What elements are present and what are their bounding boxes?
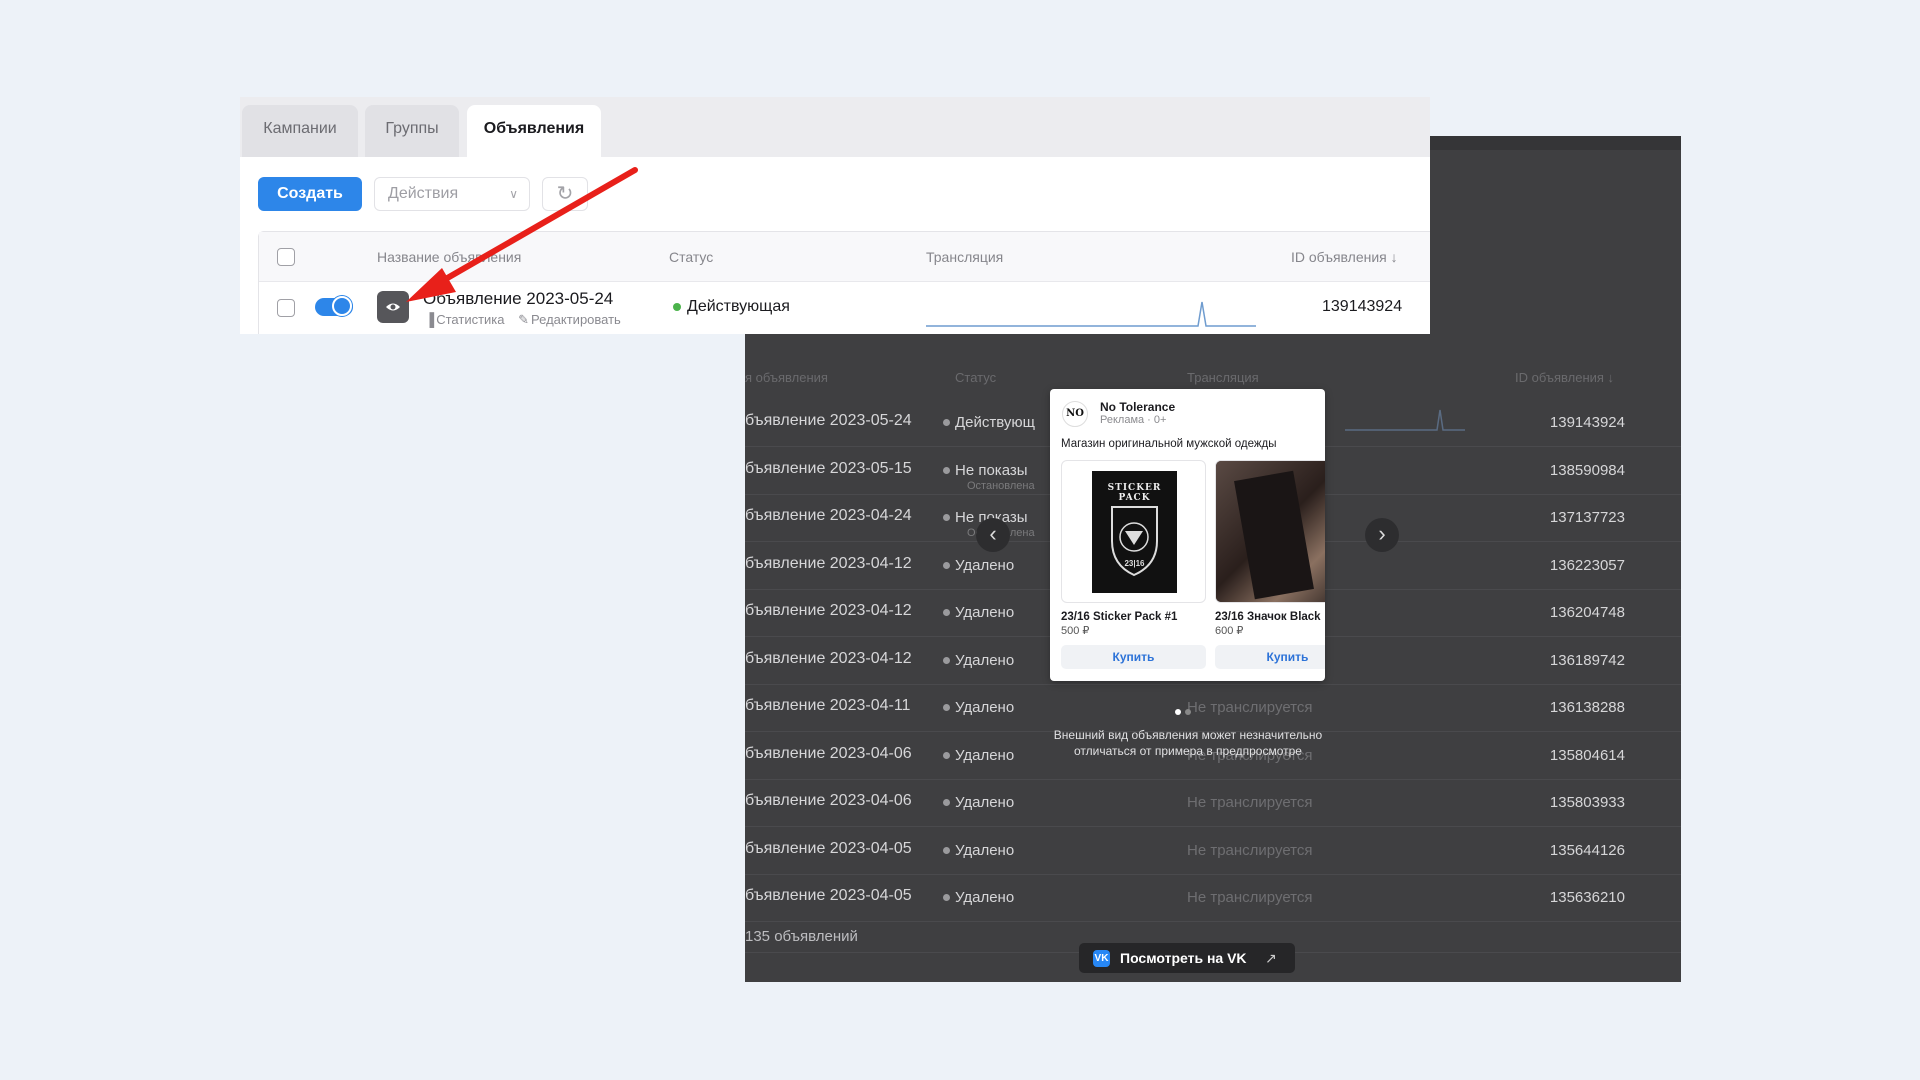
backdrop-row-name: бъявление 2023-04-06 [745,792,912,809]
backdrop-table-row: бъявление 2023-04-11 Удалено Не транслируе… [745,685,1681,732]
backdrop-row-substatus: Остановлена [967,479,1035,492]
edit-link[interactable]: ✎ Редактировать [518,312,621,327]
annotation-arrow [406,167,638,302]
backdrop-row-id: 135644126 [1549,841,1625,859]
product-price: 600 ₽ [1215,625,1244,637]
ad-description: Магазин оригинальной мужской одежды [1061,438,1277,450]
ad-id: 139143924 [1322,298,1403,315]
backdrop-row-name: бъявление 2023-04-11 [745,697,911,714]
backdrop-row-status: Удалено [942,604,1015,621]
backdrop-row-status: Удалено [942,889,1015,906]
sticker-pack-cover: STICKER PACK 23|16 [1092,471,1177,593]
carousel-dot[interactable] [1175,709,1181,715]
backdrop-ads-count: 135 объявлений [745,928,858,945]
backdrop-row-status: Удалено [942,841,1015,859]
backdrop-row-status: Удалено [942,746,1015,764]
ad-meta: Реклама · 0+ [1100,414,1167,426]
backdrop-row-id: 136204748 [1549,604,1625,621]
col-broadcast[interactable]: Трансляция [926,249,1003,265]
backdrop-row-id: 136138288 [1549,699,1625,716]
vk-logo-icon: VK [1093,950,1110,967]
backdrop-row-broadcast: Не транслируется [1187,794,1313,811]
pencil-icon: ✎ [518,312,530,327]
carousel-dot[interactable] [1185,709,1191,715]
col-status[interactable]: Статус [669,249,713,265]
preview-disclaimer: Внешний вид объявления может незначитель… [1053,728,1323,758]
backdrop-row-status: Удалено [942,794,1015,811]
product-name: 23/16 Значок Black [1215,611,1321,623]
backdrop-col-id: ID объявления ↓ [1515,370,1615,385]
buy-button[interactable]: Купить [1061,645,1206,669]
backdrop-table-row: бъявление 2023-04-05 Удалено Не транслируе… [745,828,1681,875]
product-image [1215,460,1325,603]
backdrop-row-name: бъявление 2023-05-24 [745,412,912,429]
carousel-next-button[interactable]: › [1365,518,1399,552]
backdrop-col-status: Статус [955,370,997,385]
ad-preview-card: NO No Tolerance Реклама · 0+ Магазин ори… [1050,389,1325,681]
view-on-vk-button[interactable]: VK Посмотреть на VK ↗ [1079,943,1295,973]
product-image: STICKER PACK 23|16 [1061,460,1206,603]
carousel-pagination [1175,702,1195,720]
backdrop-row-id: 136223057 [1549,556,1625,574]
backdrop-row-id: 136189742 [1549,651,1625,669]
backdrop-row-id: 138590984 [1549,461,1625,479]
carousel-prev-button[interactable]: ‹ [976,518,1010,552]
backdrop-row-name: бъявление 2023-04-12 [745,649,912,667]
backdrop-row-status: Не показы [943,461,1028,479]
bar-chart-icon: ▐ [425,312,435,327]
col-ad-id[interactable]: ID объявления ↓ [1291,249,1398,265]
backdrop-row-name: бъявление 2023-04-12 [745,554,912,572]
backdrop-row-status: Удалено [942,651,1015,669]
brand-logo: NO [1062,401,1088,427]
backdrop-sparkline [1345,409,1465,431]
tab-ads[interactable]: Объявления [467,105,601,157]
backdrop-row-name: бъявление 2023-04-05 [745,887,912,904]
backdrop-row-broadcast: Не транслируется [1187,841,1313,859]
external-link-icon: ↗ [1265,950,1277,966]
ad-row-links: ▐ Статистика ✎ Редактировать [425,312,631,328]
backdrop-col-broadcast: Трансляция [1187,370,1259,385]
product-name: 23/16 Sticker Pack #1 [1061,611,1178,623]
backdrop-row-status: Удалено [942,556,1015,574]
backdrop-row-id: 135804614 [1549,746,1625,764]
backdrop-row-name: бъявление 2023-05-15 [745,459,912,477]
backdrop-col-name: я объявления [745,370,828,385]
view-on-vk-label: Посмотреть на VK [1120,950,1247,966]
tab-groups[interactable]: Группы [365,105,459,157]
backdrop-row-name: бъявление 2023-04-24 [745,507,912,524]
stats-link[interactable]: ▐ Статистика [425,312,505,327]
broadcast-sparkline [926,301,1256,327]
product-card[interactable]: STICKER PACK 23|16 23/16 Sticker Pack #1… [1061,460,1206,669]
select-all-checkbox[interactable] [277,248,295,266]
shield-icon [1111,506,1158,577]
backdrop-row-id: 135803933 [1549,794,1625,811]
backdrop-row-broadcast: Не транслируется [1187,699,1313,716]
ad-active-toggle[interactable] [315,296,353,316]
backdrop-row-name: бъявление 2023-04-12 [745,602,912,619]
tab-campaigns[interactable]: Кампании [242,105,358,157]
backdrop-table-row: бъявление 2023-04-06 Удалено Не транслируе… [745,780,1681,827]
backdrop-row-status: Удалено [942,699,1015,716]
buy-button[interactable]: Купить [1215,645,1325,669]
product-card[interactable]: 23/16 Значок Black 600 ₽ Купить [1215,460,1325,669]
create-button[interactable]: Создать [258,177,362,211]
backdrop-row-broadcast: Не транслируется [1187,889,1313,906]
backdrop-row-name: бъявление 2023-04-05 [745,839,912,857]
backdrop-row-id: 139143924 [1549,414,1625,431]
product-price: 500 ₽ [1061,625,1090,637]
backdrop-row-id: 135636210 [1549,889,1625,906]
backdrop-row-name: бъявление 2023-04-06 [745,744,912,762]
brand-name: No Tolerance [1100,400,1176,414]
row-checkbox[interactable] [277,299,295,317]
status-badge: Действующая [673,298,790,315]
backdrop-row-id: 137137723 [1549,509,1625,526]
backdrop-row-status: Действующ [943,414,1035,431]
backdrop-table-row: бъявление 2023-04-05 Удалено Не транслируе… [745,875,1681,922]
tab-bar: Кампании Группы Объявления [240,97,1430,157]
